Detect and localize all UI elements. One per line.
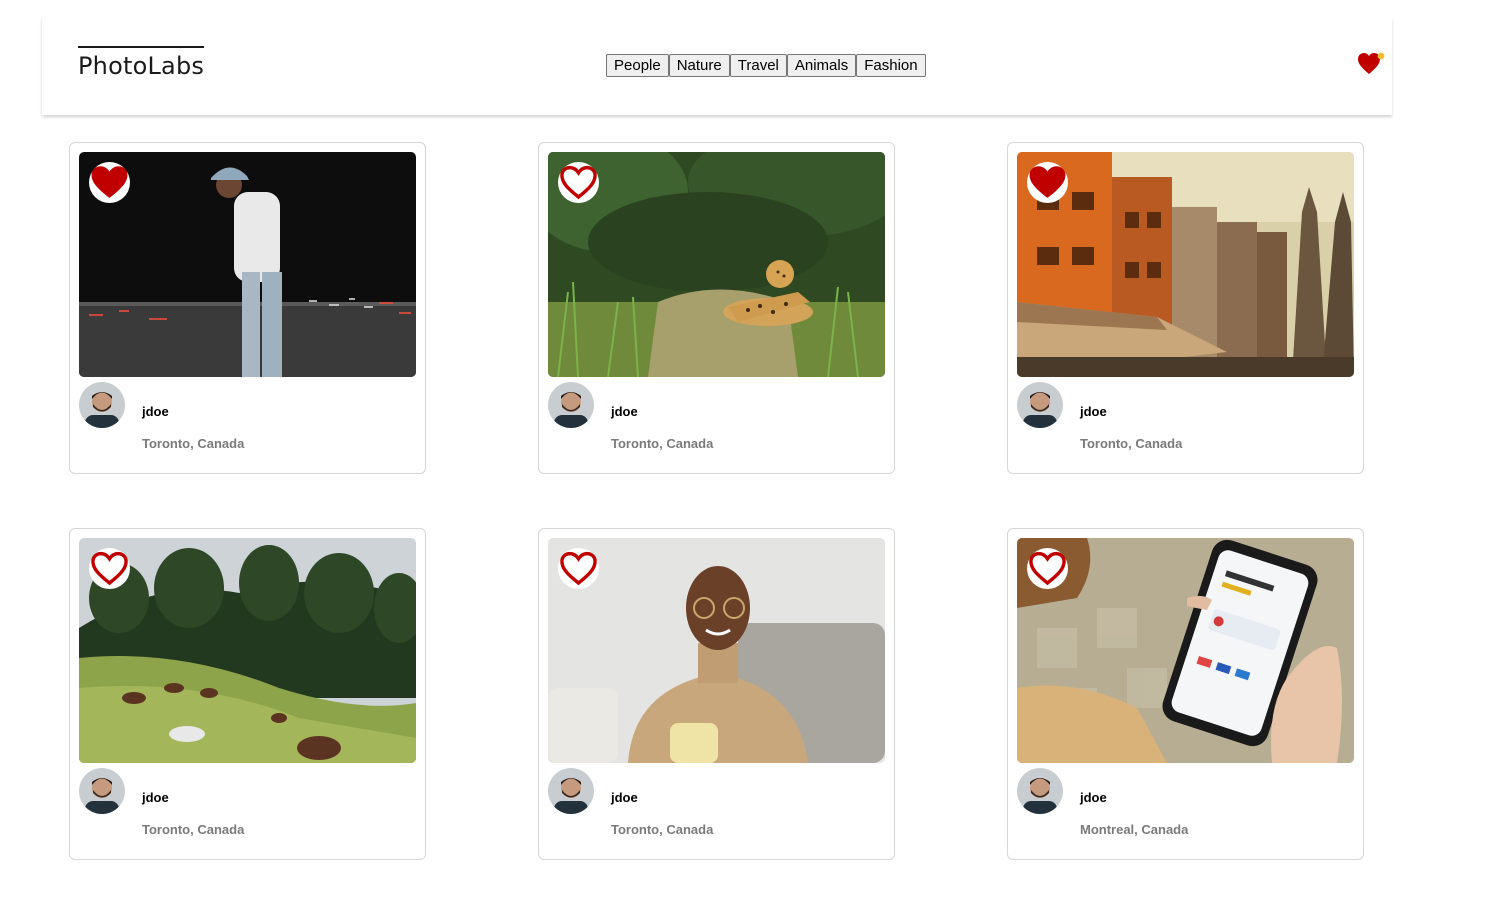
heart-outline-icon (1029, 551, 1066, 586)
photo-image[interactable] (1017, 538, 1354, 763)
notification-dot (1377, 52, 1385, 60)
app-logo[interactable]: PhotoLabs (78, 46, 205, 80)
photo-image[interactable] (548, 538, 885, 763)
user-avatar (548, 768, 594, 814)
photo-location: Toronto, Canada (142, 436, 245, 451)
photo-username: jdoe (611, 790, 638, 805)
heart-outline-icon (560, 551, 597, 586)
heart-filled-icon (91, 166, 128, 198)
photo-username: jdoe (1080, 790, 1107, 805)
topic-list: People Nature Travel Animals Fashion (606, 54, 926, 77)
photo-image[interactable] (79, 538, 416, 763)
heart-icon (1358, 52, 1385, 74)
photo-list-item[interactable]: jdoe Toronto, Canada (69, 142, 426, 474)
photo-list-item[interactable]: jdoe Montreal, Canada (1007, 528, 1364, 860)
favorite-button[interactable] (558, 162, 599, 203)
favorite-button[interactable] (89, 162, 130, 203)
photo-location: Montreal, Canada (1080, 822, 1189, 837)
photo-image[interactable] (1017, 152, 1354, 377)
photo-location: Toronto, Canada (611, 822, 714, 837)
heart-filled-icon (1029, 166, 1066, 198)
topic-button-people[interactable]: People (606, 54, 669, 77)
top-navigation-bar: PhotoLabs People Nature Travel Animals F… (42, 18, 1392, 115)
photo-location: Toronto, Canada (142, 822, 245, 837)
photo-username: jdoe (142, 790, 169, 805)
photo-username: jdoe (611, 404, 638, 419)
user-avatar (1017, 768, 1063, 814)
heart-outline-icon (560, 165, 597, 200)
favorites-badge[interactable] (1358, 52, 1386, 78)
user-avatar (79, 382, 125, 428)
heart-outline-icon (91, 551, 128, 586)
topic-button-animals[interactable]: Animals (786, 54, 857, 77)
user-avatar (548, 382, 594, 428)
favorite-button[interactable] (1027, 548, 1068, 589)
photo-location: Toronto, Canada (1080, 436, 1183, 451)
topic-button-nature[interactable]: Nature (668, 54, 730, 77)
photo-image[interactable] (548, 152, 885, 377)
photo-list-item[interactable]: jdoe Toronto, Canada (69, 528, 426, 860)
favorite-button[interactable] (558, 548, 599, 589)
user-avatar (1017, 382, 1063, 428)
photo-list-item[interactable]: jdoe Toronto, Canada (538, 142, 895, 474)
photo-list-item[interactable]: jdoe Toronto, Canada (1007, 142, 1364, 474)
photo-username: jdoe (142, 404, 169, 419)
photo-location: Toronto, Canada (611, 436, 714, 451)
favorite-button[interactable] (1027, 162, 1068, 203)
favorite-button[interactable] (89, 548, 130, 589)
topic-button-travel[interactable]: Travel (729, 54, 787, 77)
photo-username: jdoe (1080, 404, 1107, 419)
topic-button-fashion[interactable]: Fashion (856, 54, 926, 77)
photo-image[interactable] (79, 152, 416, 377)
user-avatar (79, 768, 125, 814)
photo-list-item[interactable]: jdoe Toronto, Canada (538, 528, 895, 860)
